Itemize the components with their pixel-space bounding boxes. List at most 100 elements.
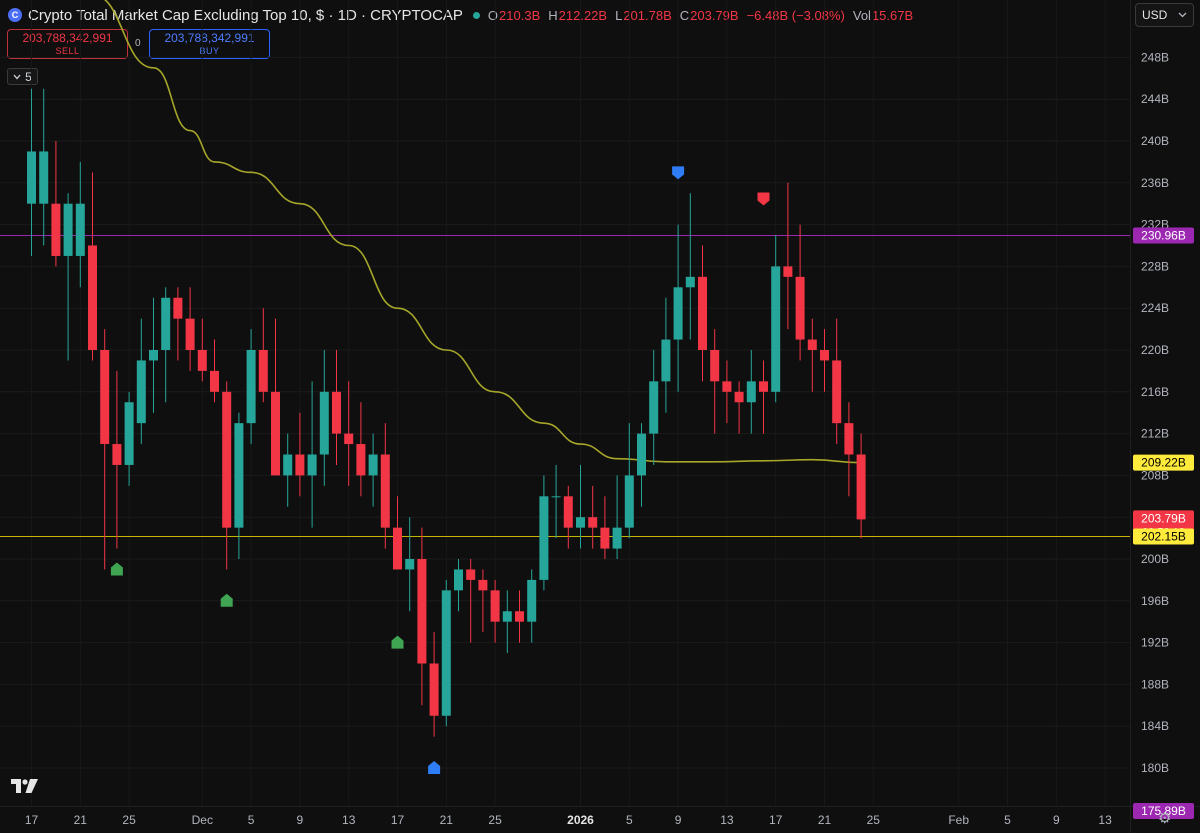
price-axis: 248B244B240B236B232B228B224B220B216B212B… xyxy=(1141,50,1169,775)
candle-body xyxy=(551,496,561,498)
buy-signal-icon xyxy=(220,593,233,607)
price-label: 230.96B xyxy=(1133,227,1194,244)
tradingview-logo-icon[interactable] xyxy=(10,776,40,796)
x-tick-label: 25 xyxy=(488,813,502,827)
candle-up xyxy=(319,350,329,486)
candle-up xyxy=(673,224,683,392)
candle-down xyxy=(380,423,390,549)
candle-body xyxy=(441,590,451,716)
candle-body xyxy=(222,391,232,528)
candle-up xyxy=(136,318,146,445)
y-tick-label: 192B xyxy=(1141,636,1169,650)
x-tick-label: 25 xyxy=(867,813,881,827)
y-tick-label: 220B xyxy=(1141,343,1169,357)
y-tick-label: 196B xyxy=(1141,594,1169,608)
candle-down xyxy=(722,360,732,424)
candle-down xyxy=(563,485,573,549)
candle-down xyxy=(344,381,354,486)
candle-body xyxy=(100,350,110,445)
candle-body xyxy=(466,569,476,580)
candle-down xyxy=(844,402,854,497)
candle-body xyxy=(661,339,671,382)
x-tick-label: 13 xyxy=(720,813,734,827)
candle-body xyxy=(710,350,720,382)
price-label-text: 202.15B xyxy=(1141,530,1186,544)
candle-body xyxy=(820,350,829,361)
candle-down xyxy=(271,318,280,476)
candle-body xyxy=(673,287,683,340)
candle-body xyxy=(258,350,268,392)
signals xyxy=(110,166,770,774)
x-tick-label: 13 xyxy=(342,813,356,827)
candle-down xyxy=(795,224,805,361)
candle-body xyxy=(380,454,390,528)
candle-body xyxy=(454,569,463,591)
price-label-text: 209.22B xyxy=(1141,456,1186,470)
buy-signal-icon xyxy=(391,635,404,649)
candle-up xyxy=(661,297,671,413)
y-tick-label: 228B xyxy=(1141,259,1169,273)
candle-body xyxy=(332,391,341,434)
candle-body xyxy=(88,245,97,350)
candle-up xyxy=(234,412,244,559)
candle-body xyxy=(844,423,854,455)
candle-body xyxy=(856,454,866,520)
candle-body xyxy=(783,266,793,277)
candle-body xyxy=(539,496,549,580)
y-tick-label: 188B xyxy=(1141,677,1169,691)
candle-body xyxy=(234,423,244,528)
price-label: 209.22B xyxy=(1133,454,1194,471)
candle-down xyxy=(490,579,500,643)
y-tick-label: 248B xyxy=(1141,50,1169,64)
candle-body xyxy=(210,370,219,392)
x-tick-label: 17 xyxy=(769,813,783,827)
x-tick-label: 17 xyxy=(391,813,405,827)
candle-body xyxy=(173,297,183,319)
y-tick-label: 216B xyxy=(1141,385,1169,399)
candle-down xyxy=(820,329,829,392)
candle-body xyxy=(527,579,537,622)
candle-up xyxy=(283,433,293,507)
candle-body xyxy=(27,151,36,204)
candle-body xyxy=(75,203,85,256)
candle-down xyxy=(332,350,341,465)
candlestick-chart[interactable]: 248B244B240B236B232B228B224B220B216B212B… xyxy=(0,0,1200,833)
candle-body xyxy=(588,517,598,528)
candle-body xyxy=(124,402,134,465)
buy-signal-icon xyxy=(110,562,123,576)
candle-body xyxy=(319,391,329,455)
candle-body xyxy=(759,381,768,392)
candle-body xyxy=(51,203,61,256)
candle-body xyxy=(393,527,402,570)
price-label: 202.15B xyxy=(1133,528,1194,545)
candle-up xyxy=(649,350,659,465)
candle-body xyxy=(197,350,207,371)
x-tick-label: 9 xyxy=(297,813,304,827)
candle-body xyxy=(283,454,293,476)
candle-down xyxy=(515,590,524,643)
candle-up xyxy=(149,297,158,413)
candle-down xyxy=(258,308,268,403)
candle-body xyxy=(771,266,781,392)
candle-up xyxy=(771,235,781,403)
candle-down xyxy=(393,496,402,570)
candle-up xyxy=(624,423,634,539)
x-tick-label: 21 xyxy=(74,813,88,827)
candle-down xyxy=(356,402,366,497)
sell-signal-icon xyxy=(672,166,685,180)
gear-icon[interactable]: ⚙ xyxy=(1158,809,1171,827)
candle-body xyxy=(344,433,354,445)
candle-down xyxy=(197,318,207,382)
candle-down xyxy=(51,141,61,267)
candle-down xyxy=(210,339,219,403)
y-tick-label: 180B xyxy=(1141,761,1169,775)
x-tick-label: 9 xyxy=(675,813,682,827)
x-tick-label: Dec xyxy=(192,813,213,827)
y-tick-label: 184B xyxy=(1141,719,1169,733)
candle-up xyxy=(539,475,549,591)
time-axis: 17 21 25 Dec 5 9 13 17 21 25 2026 5 9 13 17 21 25 Feb 5 9 13 xyxy=(25,813,1112,827)
candle-up xyxy=(75,161,85,288)
candle-up xyxy=(441,579,451,727)
candle-up xyxy=(637,423,646,507)
candle-up xyxy=(551,464,561,539)
